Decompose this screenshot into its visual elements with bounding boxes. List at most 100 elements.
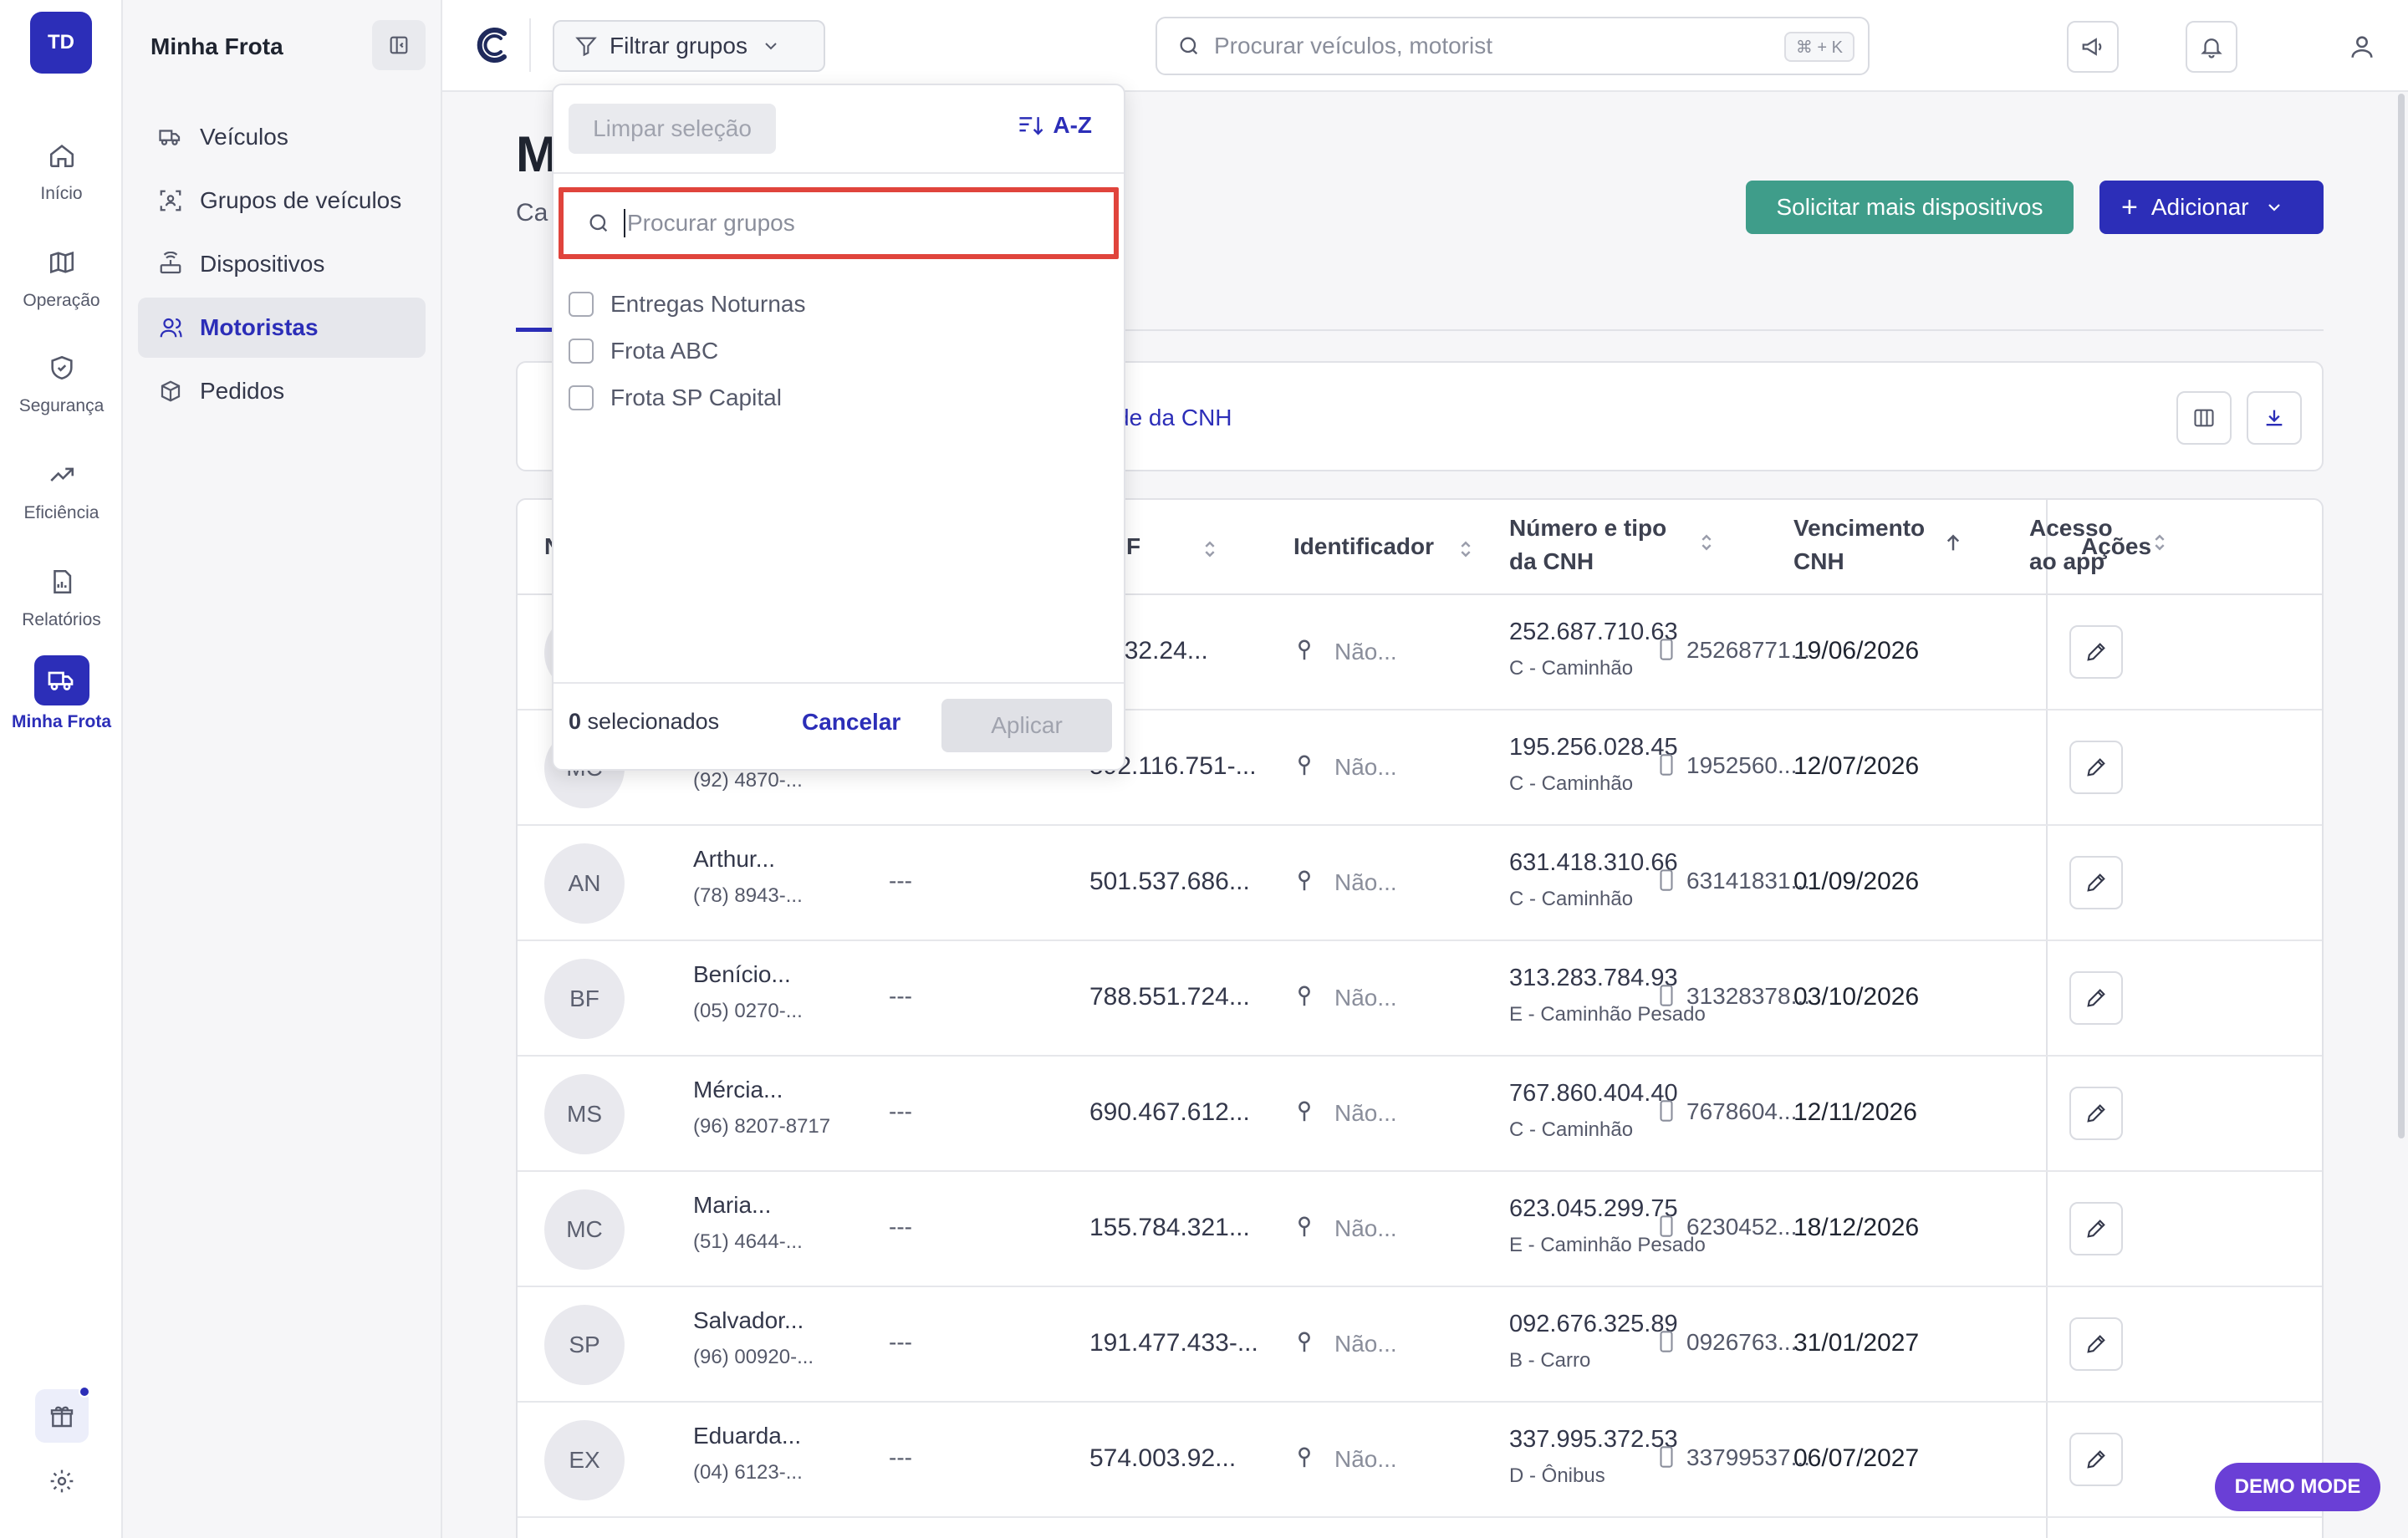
- driver-avatar: BF: [544, 959, 625, 1039]
- app-access: 1952560...: [1686, 752, 1798, 778]
- driver-avatar: MC: [544, 1189, 625, 1270]
- rail-item-seguranca[interactable]: Segurança: [0, 346, 123, 438]
- table-row[interactable]: AN Arthur... (78) 8943-... --- 501.537.686..…: [518, 826, 2322, 941]
- megaphone-icon: [2082, 38, 2102, 56]
- cnh-due-date: 12/07/2026: [1793, 752, 1920, 780]
- checkbox[interactable]: [569, 292, 594, 317]
- edit-button[interactable]: [2069, 625, 2123, 679]
- driver-name[interactable]: Arthur...: [693, 846, 775, 873]
- sidebar-item-dispositivos[interactable]: Dispositivos: [138, 234, 426, 294]
- table-row[interactable]: MS Mércia... (96) 8207-8717 --- 690.467.612.…: [518, 1057, 2322, 1172]
- add-button[interactable]: + Adicionar: [2099, 181, 2324, 234]
- rail-item-label: Eficiência: [23, 503, 99, 522]
- rail-item-operacao[interactable]: Operação: [0, 241, 123, 333]
- rail-item-inicio[interactable]: Início: [0, 134, 123, 226]
- rail-item-relatorios[interactable]: Relatórios: [0, 560, 123, 652]
- table-row[interactable]: EX Eduarda... (04) 6123-... --- 574.003.92..…: [518, 1403, 2322, 1518]
- settings-button[interactable]: [43, 1463, 80, 1500]
- rail-item-label: Relatórios: [22, 610, 101, 629]
- table-row[interactable]: BF Benício... (05) 0270-... --- 788.551.724.…: [518, 941, 2322, 1057]
- pencil-icon: [2084, 640, 2108, 664]
- driver-name[interactable]: Maria...: [693, 1192, 771, 1219]
- phone-icon: [1658, 1446, 1675, 1468]
- checkbox[interactable]: [569, 339, 594, 364]
- empty-value: ---: [889, 983, 912, 1009]
- sidebar-item-veiculos[interactable]: Veículos: [138, 107, 426, 167]
- account-avatar[interactable]: TD: [30, 12, 92, 74]
- driver-name[interactable]: Mércia...: [693, 1077, 783, 1103]
- driver-name[interactable]: Salvador...: [693, 1307, 804, 1334]
- edit-button[interactable]: [2069, 1317, 2123, 1371]
- edit-button[interactable]: [2069, 971, 2123, 1025]
- app-access: 6230452...: [1686, 1214, 1798, 1240]
- sort-az-button[interactable]: A-Z: [1018, 112, 1092, 139]
- sidebar-item-label: Dispositivos: [200, 251, 325, 277]
- download-button[interactable]: [2247, 391, 2302, 445]
- request-devices-button[interactable]: Solicitar mais dispositivos: [1746, 181, 2074, 234]
- driver-identifier: Não...: [1334, 639, 1397, 665]
- group-option[interactable]: Entregas Noturnas: [569, 286, 805, 323]
- table-row[interactable]: SP Salvador... (96) 00920-... --- 191.477.43…: [518, 1287, 2322, 1403]
- edit-button[interactable]: [2069, 741, 2123, 794]
- group-option[interactable]: Frota SP Capital: [569, 379, 782, 416]
- clear-selection-button[interactable]: Limpar seleção: [569, 104, 776, 154]
- driver-name[interactable]: Benício...: [693, 961, 791, 988]
- columns-icon: [2194, 409, 2214, 427]
- sidebar-item-grupos[interactable]: Grupos de veículos: [138, 171, 426, 231]
- th-identifier[interactable]: Identificador: [1293, 530, 1471, 563]
- table-row[interactable]: MC Maria... (51) 4644-... --- 155.784.321...…: [518, 1172, 2322, 1287]
- profile-button[interactable]: [2336, 21, 2388, 73]
- notifications-button[interactable]: [2186, 21, 2237, 73]
- cnh-type: C - Caminhão: [1509, 657, 1634, 680]
- rail-item-minha-frota[interactable]: Minha Frota: [0, 655, 123, 747]
- router-icon: [156, 250, 185, 278]
- edit-button[interactable]: [2069, 856, 2123, 909]
- demo-mode-badge[interactable]: DEMO MODE: [2215, 1463, 2380, 1511]
- group-option[interactable]: Frota ABC: [569, 333, 718, 369]
- driver-name[interactable]: Eduarda...: [693, 1423, 801, 1449]
- brand-logo[interactable]: [471, 23, 514, 67]
- global-search-input[interactable]: Procurar veículos, motorist ⌘ + K: [1156, 17, 1870, 75]
- page-scrollbar[interactable]: [2398, 94, 2405, 1138]
- app-access: 33799537...: [1686, 1444, 1810, 1470]
- cnh-due-date: 18/12/2026: [1793, 1214, 1920, 1241]
- rail-item-eficiencia[interactable]: Eficiência: [0, 453, 123, 545]
- th-cnh[interactable]: Número e tipo da CNH: [1509, 512, 1712, 578]
- user-icon: [2351, 36, 2373, 58]
- th-cnh-label: Número e tipo da CNH: [1509, 515, 1667, 574]
- columns-button[interactable]: [2176, 391, 2232, 445]
- checkbox[interactable]: [569, 385, 594, 410]
- phone-icon: [1658, 754, 1675, 776]
- sidebar-item-motoristas[interactable]: Motoristas: [138, 298, 426, 358]
- edit-button[interactable]: [2069, 1433, 2123, 1486]
- driver-identifier: Não...: [1334, 985, 1397, 1011]
- edit-button[interactable]: [2069, 1087, 2123, 1140]
- cnh-type: E - Caminhão Pesado: [1509, 1003, 1706, 1026]
- driver-cpf: 191.477.433-...: [1089, 1329, 1258, 1357]
- pencil-icon: [2084, 1332, 2108, 1356]
- sidebar-item-pedidos[interactable]: Pedidos: [138, 361, 426, 421]
- cancel-button[interactable]: Cancelar: [802, 709, 900, 736]
- filter-groups-button[interactable]: Filtrar grupos: [553, 20, 825, 72]
- pencil-icon: [2084, 756, 2108, 779]
- group-search-input[interactable]: Procurar grupos: [564, 192, 1114, 254]
- edit-button[interactable]: [2069, 1202, 2123, 1255]
- cnh-type: C - Caminhão: [1509, 888, 1634, 910]
- sidebar-item-label: Grupos de veículos: [200, 187, 402, 213]
- divider: [529, 18, 531, 72]
- cnh-number: 092.676.325.89: [1509, 1311, 1678, 1337]
- collapse-sidebar-button[interactable]: [372, 20, 426, 70]
- apply-button[interactable]: Aplicar: [941, 699, 1112, 752]
- th-cpf[interactable]: F: [1126, 530, 1215, 563]
- sort-icon: [1018, 114, 1044, 137]
- driver-identifier: Não...: [1334, 1331, 1397, 1357]
- cnh-filter-link[interactable]: de da CNH: [1116, 405, 1232, 431]
- th-due-label: Vencimento CNH: [1793, 515, 1926, 574]
- driver-phone: (05) 0270-...: [693, 1000, 803, 1022]
- phone-icon: [1658, 639, 1675, 660]
- th-due[interactable]: Vencimento CNH: [1793, 512, 1960, 578]
- app-access: 63141831...: [1686, 868, 1810, 894]
- announcements-button[interactable]: [2067, 21, 2119, 73]
- gift-button[interactable]: [35, 1386, 90, 1443]
- cnh-due-date: 12/11/2026: [1793, 1098, 1917, 1126]
